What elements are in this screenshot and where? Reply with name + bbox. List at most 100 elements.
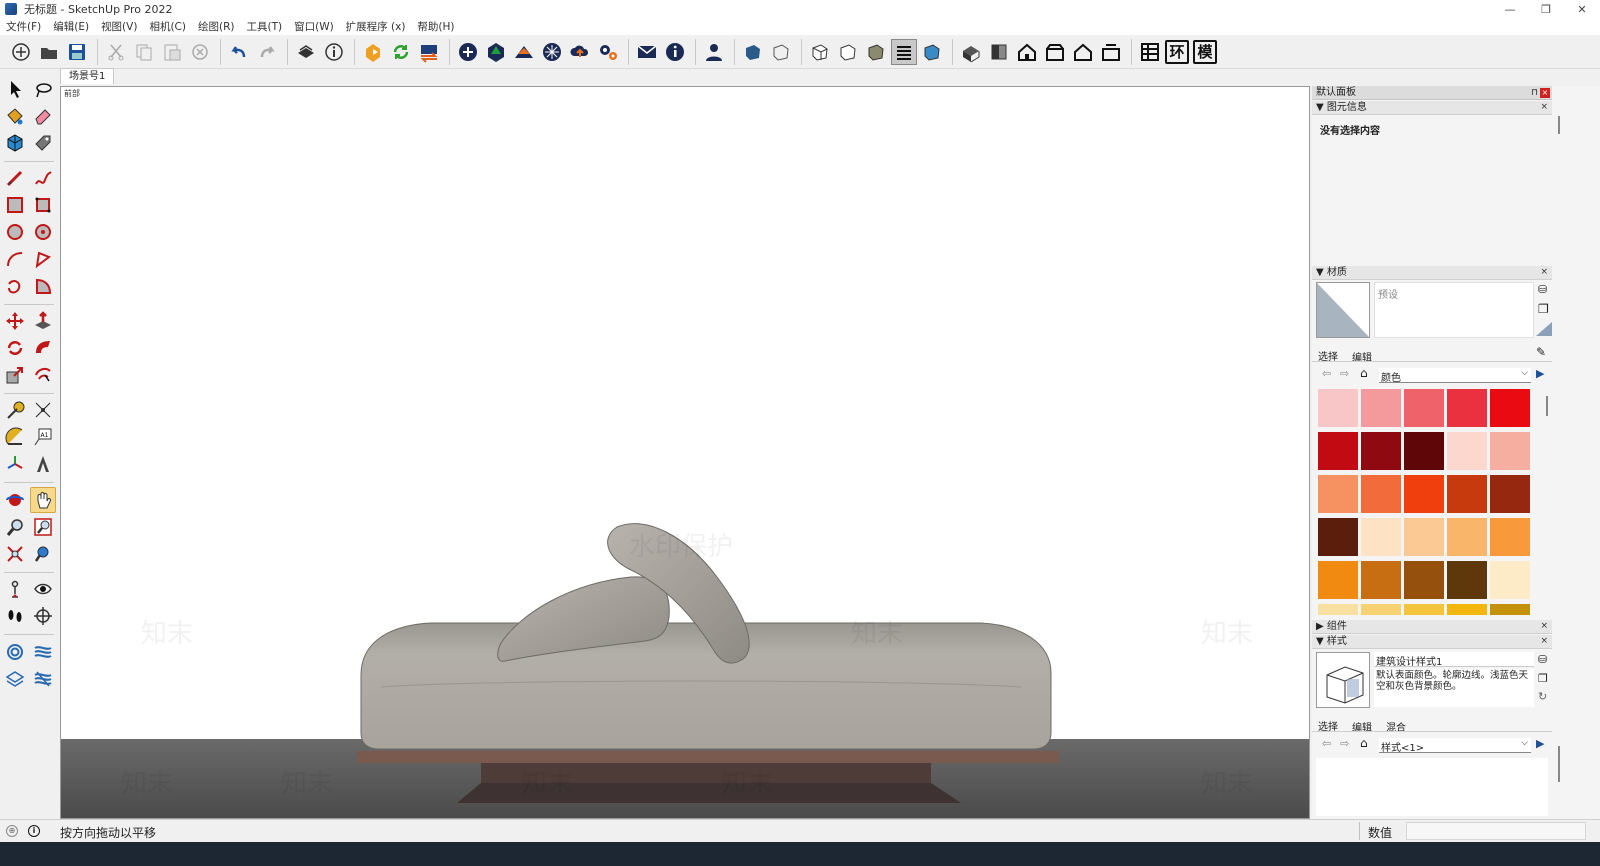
details-arrow-icon[interactable]: ▶ — [1536, 737, 1544, 750]
material-swatch[interactable] — [1404, 604, 1444, 615]
open-folder-icon[interactable] — [36, 39, 62, 65]
material-swatch[interactable] — [1447, 389, 1487, 427]
rotate-tool-icon[interactable] — [2, 335, 28, 361]
account-icon[interactable] — [701, 39, 727, 65]
axes-tool-icon[interactable] — [2, 451, 28, 477]
front-view-icon[interactable] — [1014, 39, 1040, 65]
style-list[interactable] — [1316, 758, 1548, 816]
material-swatch[interactable] — [1361, 389, 1401, 427]
arc-tool-icon[interactable] — [2, 246, 28, 272]
menu-view[interactable]: 视图(V) — [101, 19, 137, 34]
display-secondary-icon[interactable]: ⛁ — [1538, 653, 1547, 666]
select-tool-icon[interactable] — [2, 76, 28, 102]
material-swatch[interactable] — [1361, 604, 1401, 615]
sandbox-from-scratch-icon[interactable] — [30, 639, 56, 665]
maximize-button[interactable]: ❐ — [1528, 0, 1564, 18]
scene-tab[interactable]: 场景号1 — [60, 68, 115, 84]
push-pull-icon[interactable] — [30, 308, 56, 334]
walk-tool-icon[interactable] — [2, 603, 28, 629]
material-name-field[interactable]: 预设 — [1378, 286, 1398, 301]
freehand-tool-icon[interactable] — [30, 165, 56, 191]
details-arrow-icon[interactable]: ▶ — [1536, 367, 1544, 380]
shaded-textures-style-icon[interactable] — [863, 39, 889, 65]
panel-close-icon[interactable]: × — [1540, 101, 1548, 114]
dimension-tool-icon[interactable] — [30, 397, 56, 423]
three-point-arc-icon[interactable] — [2, 273, 28, 299]
match-photo-icon[interactable] — [539, 39, 565, 65]
previous-view-icon[interactable] — [30, 541, 56, 567]
collection-select[interactable]: 颜色 ⌵ — [1379, 368, 1531, 384]
polygon-tool-icon[interactable] — [30, 219, 56, 245]
style-description[interactable]: 默认表面颜色。轮廓边线。浅蓝色天空和灰色背景颜色。 — [1374, 669, 1534, 707]
menu-edit[interactable]: 编辑(E) — [53, 19, 89, 34]
look-around-icon[interactable] — [30, 576, 56, 602]
menu-camera[interactable]: 相机(C) — [149, 19, 186, 34]
back-arrow-icon[interactable]: ⇦ — [1322, 367, 1331, 380]
settings-gears-icon[interactable] — [595, 39, 621, 65]
two-point-arc-icon[interactable] — [30, 246, 56, 272]
eraser-icon[interactable] — [30, 103, 56, 129]
display-secondary-icon[interactable]: ⛁ — [1538, 283, 1547, 296]
material-swatch[interactable] — [1361, 561, 1401, 599]
style-name-field[interactable]: 建筑设计样式1 — [1374, 652, 1534, 668]
pin-icon[interactable]: ⊓ — [1531, 86, 1538, 100]
drawing-viewport[interactable]: 前部 知末 知末 知末 知末 知末 知末 知末 知末 水印保护 — [60, 86, 1310, 819]
smoove-icon[interactable] — [2, 666, 28, 692]
scale-tool-icon[interactable] — [2, 362, 28, 388]
cloud-upload-icon[interactable] — [567, 39, 593, 65]
left-view-icon[interactable] — [1098, 39, 1124, 65]
right-view-icon[interactable] — [1042, 39, 1068, 65]
3d-warehouse-icon[interactable] — [483, 39, 509, 65]
material-swatch[interactable] — [1361, 432, 1401, 470]
styles-header[interactable]: ▼ 样式 × — [1312, 635, 1552, 649]
plugin-mo-button[interactable]: 模 — [1193, 39, 1217, 64]
material-swatch[interactable] — [1490, 475, 1530, 513]
material-swatch[interactable] — [1490, 604, 1530, 615]
hidden-line-style-icon[interactable] — [807, 39, 833, 65]
materials-header[interactable]: ▼ 材质 × — [1312, 266, 1552, 280]
info-icon[interactable] — [662, 39, 688, 65]
default-material-icon[interactable] — [1536, 322, 1552, 336]
panel-close-icon[interactable]: × — [1540, 635, 1548, 648]
pie-tool-icon[interactable] — [30, 273, 56, 299]
material-swatch[interactable] — [1404, 389, 1444, 427]
material-swatch[interactable] — [1447, 432, 1487, 470]
paint-bucket-icon[interactable] — [2, 103, 28, 129]
wireframe-style-icon[interactable] — [768, 39, 794, 65]
rectangle-tool-icon[interactable] — [2, 192, 28, 218]
material-swatch[interactable] — [1447, 561, 1487, 599]
material-swatch[interactable] — [1318, 389, 1358, 427]
tray-close-icon[interactable]: × — [1540, 88, 1550, 98]
zoom-window-icon[interactable] — [30, 514, 56, 540]
measurements-input[interactable] — [1406, 822, 1586, 840]
move-tool-icon[interactable] — [2, 308, 28, 334]
geolocation-icon[interactable]: ⊕ — [6, 825, 18, 837]
xray-face-style-icon[interactable] — [740, 39, 766, 65]
line-tool-icon[interactable] — [2, 165, 28, 191]
export-icon[interactable] — [416, 39, 442, 65]
sandbox-from-contours-icon[interactable] — [2, 639, 28, 665]
paste-icon[interactable] — [159, 39, 185, 65]
tray-scrollbar[interactable] — [1558, 746, 1560, 782]
terrain-icon[interactable] — [511, 39, 537, 65]
material-name-box[interactable]: 预设 — [1374, 282, 1534, 338]
follow-me-icon[interactable] — [30, 335, 56, 361]
menu-help[interactable]: 帮助(H) — [417, 19, 454, 34]
material-swatch[interactable] — [1447, 518, 1487, 556]
instructor-info-icon[interactable]: i — [28, 825, 40, 837]
back-view-icon[interactable] — [1070, 39, 1096, 65]
menu-file[interactable]: 文件(F) — [6, 19, 41, 34]
orbit-tool-icon[interactable] — [2, 487, 28, 513]
circle-tool-icon[interactable] — [2, 219, 28, 245]
material-swatch[interactable] — [1447, 604, 1487, 615]
table-icon[interactable] — [1137, 39, 1163, 65]
material-swatch[interactable] — [1404, 475, 1444, 513]
minimize-button[interactable]: — — [1492, 0, 1528, 18]
update-style-icon[interactable]: ↻ — [1538, 690, 1547, 703]
material-swatch[interactable] — [1490, 561, 1530, 599]
save-icon[interactable] — [64, 39, 90, 65]
material-swatch[interactable] — [1361, 475, 1401, 513]
offset-tool-icon[interactable] — [30, 362, 56, 388]
material-swatch[interactable] — [1361, 518, 1401, 556]
rotated-rectangle-icon[interactable] — [30, 192, 56, 218]
